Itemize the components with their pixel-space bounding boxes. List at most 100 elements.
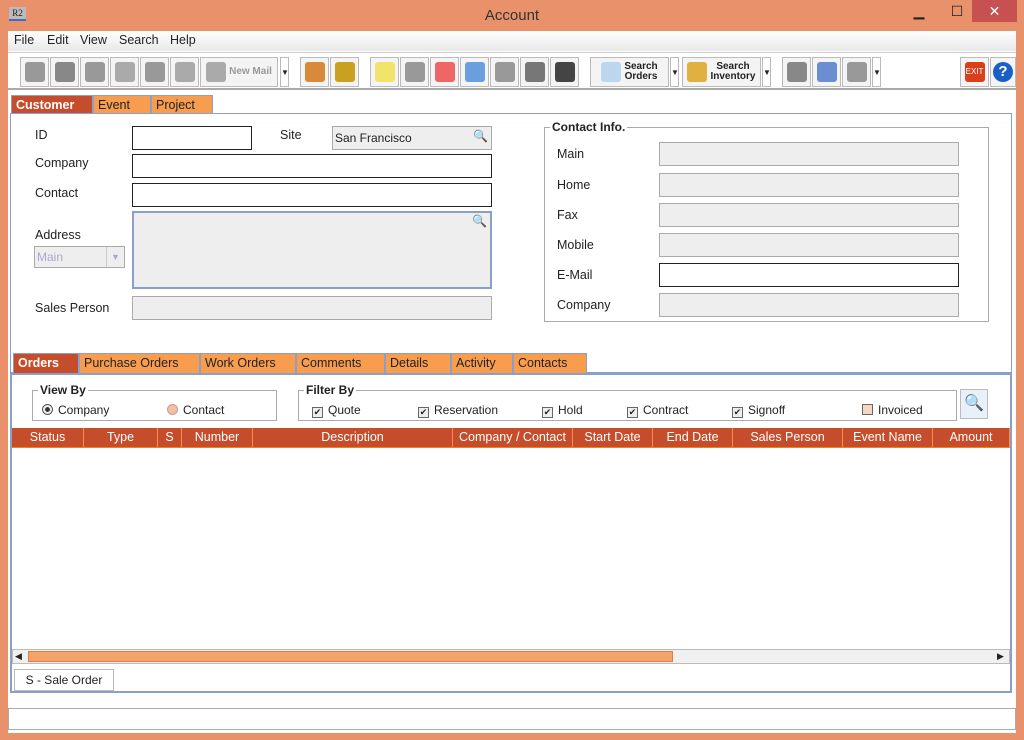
orders-table-body[interactable] — [12, 449, 1010, 649]
edit-button[interactable] — [20, 57, 49, 87]
plus-minus-icon — [174, 62, 195, 82]
radio-selected-icon — [42, 404, 53, 415]
address-type-select[interactable]: Main ▼ — [34, 246, 125, 268]
award-button[interactable] — [330, 57, 359, 87]
col-company-contact[interactable]: Company / Contact — [453, 428, 573, 447]
hierarchy-button[interactable] — [140, 57, 169, 87]
new-mail-dropdown[interactable]: ▼ — [280, 57, 289, 87]
col-type[interactable]: Type — [84, 428, 158, 447]
new-doc-button[interactable] — [370, 57, 399, 87]
magnifier-icon[interactable]: 🔍 — [472, 214, 487, 228]
orders-panel: View By Company Contact Filter By ✔ Quote… — [10, 373, 1012, 693]
tab-activity[interactable]: Activity — [451, 353, 513, 373]
doc-gray-button[interactable] — [400, 57, 429, 87]
minimize-button[interactable]: ▁ — [902, 0, 936, 22]
menu-view[interactable]: View — [80, 33, 107, 47]
new-mail-button[interactable]: New Mail — [200, 57, 278, 87]
search-inventory-dropdown[interactable]: ▼ — [762, 57, 771, 87]
menu-search[interactable]: Search — [119, 33, 159, 47]
scroll-left-icon[interactable]: ◀ — [15, 651, 22, 662]
tools-button[interactable] — [520, 57, 549, 87]
customer-panel: ID Site San Francisco 🔍 Company Contact A… — [10, 113, 1012, 373]
copy-doc-button[interactable] — [812, 57, 841, 87]
search-orders-dropdown[interactable]: ▼ — [670, 57, 679, 87]
doc-red-button[interactable] — [430, 57, 459, 87]
mobile-field[interactable] — [659, 233, 959, 257]
tab-comments[interactable]: Comments — [296, 353, 385, 373]
add-remove-button[interactable] — [170, 57, 199, 87]
scrollbar-thumb[interactable] — [28, 651, 673, 662]
machine-button[interactable] — [842, 57, 871, 87]
trophy-icon — [334, 62, 355, 82]
site-field[interactable]: San Francisco 🔍 — [332, 126, 492, 150]
checkbox-reservation[interactable]: ✔ Reservation — [418, 403, 498, 418]
checkbox-quote[interactable]: ✔ Quote — [312, 403, 361, 418]
checkbox-signoff[interactable]: ✔ Signoff — [732, 403, 785, 418]
tab-work-orders[interactable]: Work Orders — [200, 353, 296, 373]
form-button[interactable] — [782, 57, 811, 87]
col-description[interactable]: Description — [253, 428, 453, 447]
contact-info-title: Contact Info. — [552, 120, 626, 134]
menu-file[interactable]: File — [14, 33, 34, 47]
col-event-name[interactable]: Event Name — [843, 428, 933, 447]
col-sales-person[interactable]: Sales Person — [733, 428, 843, 447]
radio-contact[interactable]: Contact — [167, 403, 224, 417]
col-status[interactable]: Status — [12, 428, 84, 447]
company-input[interactable] — [132, 154, 492, 178]
col-start-date[interactable]: Start Date — [573, 428, 653, 447]
checkbox-invoiced[interactable]: Invoiced — [862, 403, 923, 417]
sale-order-legend-tab[interactable]: S - Sale Order — [14, 669, 114, 691]
chevron-down-icon: ▼ — [106, 247, 124, 267]
fax-field[interactable] — [659, 203, 959, 227]
maximize-button[interactable]: ☐ — [940, 0, 974, 22]
contacts-button[interactable] — [300, 57, 329, 87]
tab-orders[interactable]: Orders — [13, 353, 79, 373]
home-phone-field[interactable] — [659, 173, 959, 197]
save-button[interactable] — [50, 57, 79, 87]
id-input[interactable] — [132, 126, 252, 150]
menu-help[interactable]: Help — [170, 33, 196, 47]
contact-company-field[interactable] — [659, 293, 959, 317]
close-button[interactable]: ✕ — [972, 0, 1017, 22]
sales-person-field[interactable] — [132, 296, 492, 320]
col-s[interactable]: S — [158, 428, 182, 447]
help-button[interactable]: ? — [990, 57, 1016, 87]
main-phone-field[interactable] — [659, 142, 959, 166]
doc-blue-button[interactable] — [460, 57, 489, 87]
find-button[interactable] — [80, 57, 109, 87]
magnifier-icon[interactable]: 🔍 — [473, 129, 488, 143]
contact-input[interactable] — [132, 183, 492, 207]
refresh-button[interactable] — [110, 57, 139, 87]
document-icon — [494, 62, 515, 82]
cash-register-icon — [554, 62, 575, 82]
checkbox-hold[interactable]: ✔ Hold — [542, 403, 583, 418]
tab-contacts[interactable]: Contacts — [513, 353, 587, 373]
register-button[interactable] — [550, 57, 579, 87]
radio-empty-icon — [167, 404, 178, 415]
magnifier-icon — [601, 62, 622, 82]
document-icon — [464, 62, 485, 82]
exit-icon: EXIT — [964, 62, 985, 82]
checkbox-contract[interactable]: ✔ Contract — [627, 403, 688, 418]
col-number[interactable]: Number — [182, 428, 253, 447]
horizontal-scrollbar[interactable]: ◀ ▶ — [12, 649, 1010, 664]
doc-gray2-button[interactable] — [490, 57, 519, 87]
scroll-right-icon[interactable]: ▶ — [997, 651, 1004, 662]
exit-button[interactable]: EXIT — [960, 57, 989, 87]
menu-edit[interactable]: Edit — [47, 33, 69, 47]
tab-event[interactable]: Event — [93, 95, 151, 115]
refresh-search-button[interactable]: 🔍 — [960, 389, 988, 419]
tab-project[interactable]: Project — [151, 95, 213, 115]
col-amount[interactable]: Amount — [933, 428, 1010, 447]
tab-customer[interactable]: Customer — [11, 95, 93, 115]
email-input[interactable] — [659, 263, 959, 287]
tab-purchase-orders[interactable]: Purchase Orders — [79, 353, 200, 373]
search-orders-button[interactable]: Search Orders — [590, 57, 669, 87]
contact-label: Contact — [35, 186, 79, 200]
radio-company[interactable]: Company — [42, 403, 109, 417]
more-dropdown[interactable]: ▼ — [872, 57, 881, 87]
tab-details[interactable]: Details — [385, 353, 451, 373]
search-inventory-button[interactable]: Search Inventory — [682, 57, 761, 87]
col-end-date[interactable]: End Date — [653, 428, 733, 447]
address-textarea[interactable] — [132, 211, 492, 289]
